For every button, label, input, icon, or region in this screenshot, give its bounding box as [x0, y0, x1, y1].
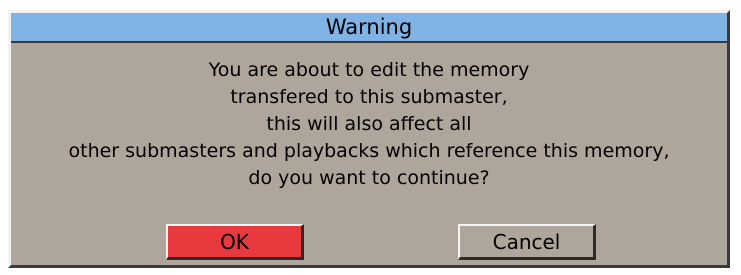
cancel-button[interactable]: Cancel	[458, 224, 596, 260]
ok-button[interactable]: OK	[166, 224, 304, 260]
ok-button-label: OK	[220, 229, 249, 254]
message-line-1: You are about to edit the memory	[208, 59, 530, 81]
dialog-title: Warning	[325, 15, 413, 39]
cancel-button-label: Cancel	[492, 229, 561, 254]
message-line-5: do you want to continue?	[248, 167, 490, 189]
message-line-3: this will also affect all	[266, 113, 472, 135]
dialog-message: You are about to edit the memory transfe…	[11, 57, 727, 192]
message-line-4: other submasters and playbacks which ref…	[68, 140, 670, 162]
message-line-2: transfered to this submaster,	[230, 86, 508, 108]
warning-dialog: Warning You are about to edit the memory…	[8, 10, 730, 268]
dialog-titlebar: Warning	[11, 13, 727, 43]
